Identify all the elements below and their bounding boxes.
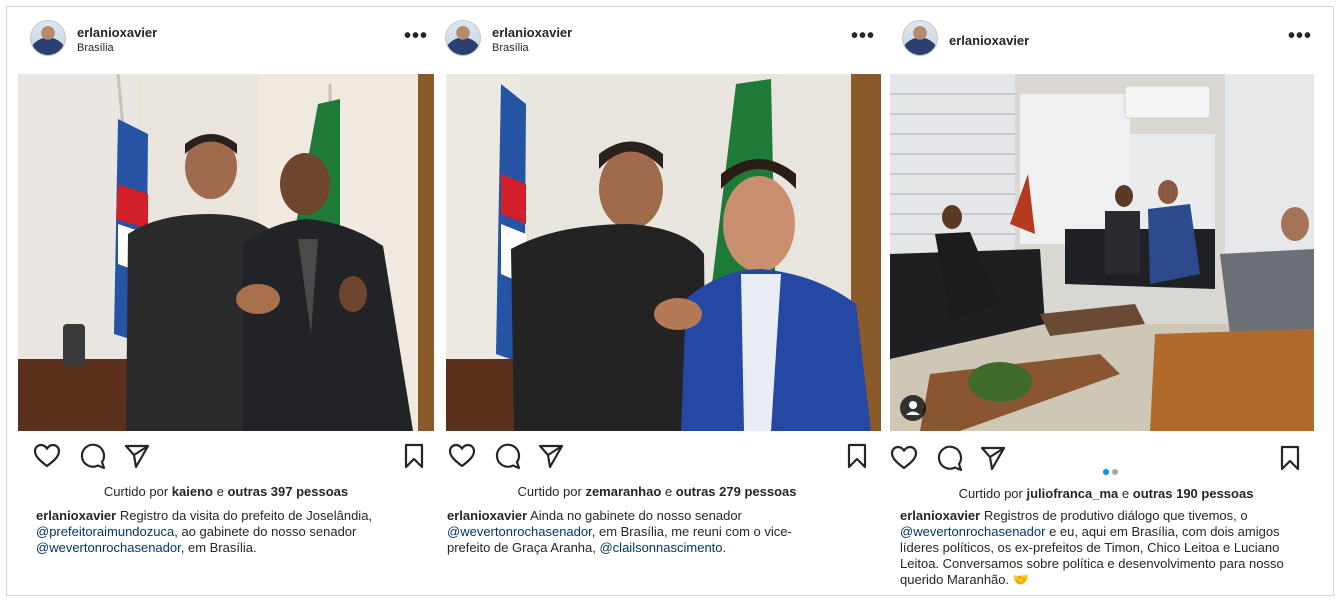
caption-username[interactable]: erlanioxavier <box>447 508 527 523</box>
likes-user[interactable]: kaieno <box>172 484 213 499</box>
location[interactable]: Brasília <box>492 42 529 54</box>
caption: erlanioxavier Registro da visita do pref… <box>36 508 421 556</box>
likes-prefix: Curtido por <box>958 486 1023 501</box>
mention-link[interactable]: @wevertonrochasenador <box>36 540 181 555</box>
post-header: erlanioxavier Brasília ••• <box>433 12 881 74</box>
likes-mid: e <box>216 484 224 499</box>
heart-icon[interactable] <box>448 442 476 470</box>
caption-text: . <box>722 540 727 555</box>
post-header: erlanioxavier ••• <box>890 12 1322 74</box>
caption: erlanioxavier Registros de produtivo diá… <box>900 508 1314 588</box>
carousel-indicator <box>1101 462 1119 480</box>
share-icon[interactable] <box>537 442 565 470</box>
username[interactable]: erlanioxavier <box>492 25 572 40</box>
more-options-icon[interactable]: ••• <box>1288 26 1312 46</box>
bookmark-icon[interactable] <box>400 442 428 470</box>
likes-others[interactable]: outras 190 pessoas <box>1133 486 1254 501</box>
caption-text: Registros de produtivo diálogo que tivem… <box>980 508 1248 523</box>
likes-mid: e <box>664 484 673 499</box>
user-tag-icon[interactable] <box>900 395 926 421</box>
caption-text: Registro da visita do prefeito de Joselâ… <box>116 508 373 523</box>
carousel-dot-active <box>1102 469 1109 475</box>
likes-mid: e <box>1121 486 1130 501</box>
likes-user[interactable]: zemaranhao <box>585 484 661 499</box>
post-header: erlanioxavier Brasília ••• <box>18 12 434 74</box>
share-icon[interactable] <box>979 444 1007 472</box>
likes-others[interactable]: outras 397 pessoas <box>227 484 348 499</box>
likes-summary[interactable]: Curtido por kaieno e outras 397 pessoas <box>18 484 434 499</box>
likes-user[interactable]: juliofranca_ma <box>1027 486 1119 501</box>
caption-username[interactable]: erlanioxavier <box>36 508 116 523</box>
action-bar <box>18 442 434 472</box>
post-2: erlanioxavier Brasília ••• Curtido por z… <box>433 12 881 555</box>
bookmark-icon[interactable] <box>1276 444 1304 472</box>
heart-icon[interactable] <box>890 444 918 472</box>
avatar[interactable] <box>445 20 481 56</box>
caption-text: , em Brasília. <box>180 540 257 555</box>
post-1: erlanioxavier Brasília ••• Curtido por k… <box>18 12 434 555</box>
mention-link[interactable]: @clailsonnascimento <box>599 540 722 555</box>
action-bar <box>433 442 881 472</box>
heart-icon[interactable] <box>33 442 61 470</box>
share-icon[interactable] <box>123 442 151 470</box>
likes-summary[interactable]: Curtido por zemaranhao e outras 279 pess… <box>433 484 881 499</box>
post-3: erlanioxavier ••• Curtido por juliofranc… <box>890 12 1322 587</box>
more-options-icon[interactable]: ••• <box>851 26 875 46</box>
comment-icon[interactable] <box>935 444 963 472</box>
mention-link[interactable]: @wevertonrochasenador <box>900 524 1045 539</box>
caption-text: , ao gabinete do nosso senador <box>174 524 357 539</box>
likes-summary[interactable]: Curtido por juliofranca_ma e outras 190 … <box>890 486 1322 501</box>
username[interactable]: erlanioxavier <box>949 33 1029 48</box>
likes-prefix: Curtido por <box>103 484 169 499</box>
mention-link[interactable]: @wevertonrochasenador <box>447 524 592 539</box>
post-photo[interactable] <box>446 74 881 431</box>
likes-prefix: Curtido por <box>517 484 582 499</box>
comment-icon[interactable] <box>78 442 106 470</box>
comment-icon[interactable] <box>493 442 521 470</box>
caption-username[interactable]: erlanioxavier <box>900 508 980 523</box>
location[interactable]: Brasília <box>77 42 114 54</box>
caption: erlanioxavier Ainda no gabinete do nosso… <box>447 508 807 556</box>
more-options-icon[interactable]: ••• <box>404 26 428 46</box>
avatar[interactable] <box>902 20 938 56</box>
bookmark-icon[interactable] <box>843 442 871 470</box>
mention-link[interactable]: @prefeitoraimundozuca <box>36 524 174 539</box>
avatar[interactable] <box>30 20 66 56</box>
post-photo[interactable] <box>890 74 1314 431</box>
username[interactable]: erlanioxavier <box>77 25 157 40</box>
post-photo[interactable] <box>18 74 434 431</box>
carousel-dot <box>1111 469 1118 475</box>
caption-text: Ainda no gabinete do nosso senador <box>527 508 742 523</box>
likes-others[interactable]: outras 279 pessoas <box>676 484 797 499</box>
